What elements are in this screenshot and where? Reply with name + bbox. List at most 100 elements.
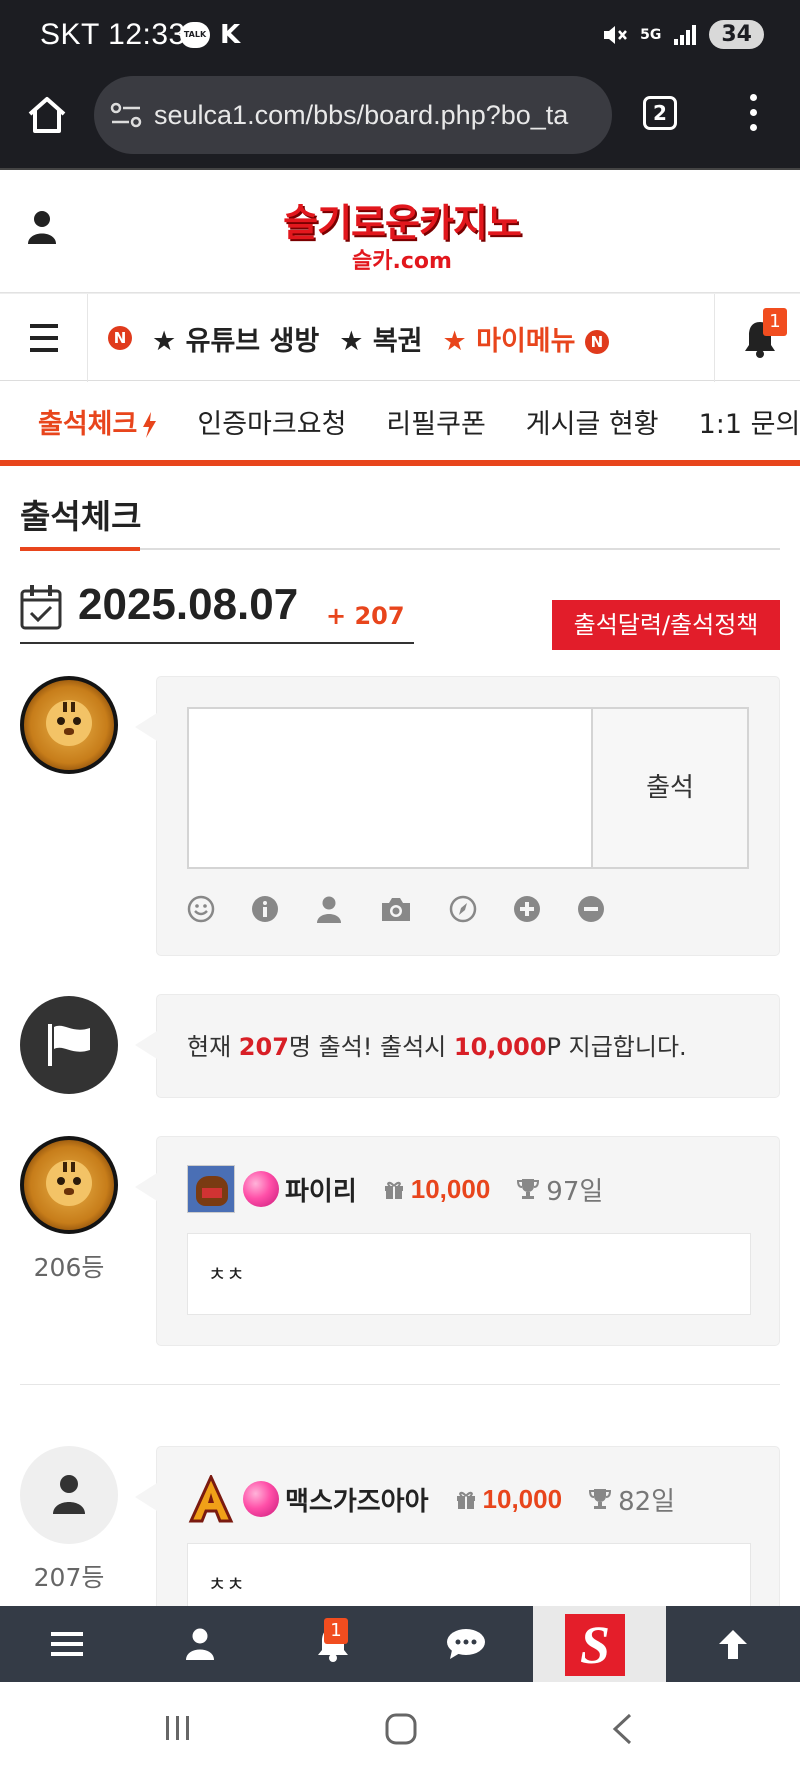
plus-circle-icon[interactable] (513, 895, 541, 923)
minus-circle-icon[interactable] (577, 895, 605, 923)
browser-menu-icon[interactable] (744, 94, 762, 138)
entry-comment: ㅊㅊ (187, 1233, 751, 1315)
gift-icon (384, 1181, 403, 1199)
bottom-user-button[interactable] (133, 1606, 266, 1682)
rank-label: 207등 (33, 1563, 105, 1592)
tab-refill-coupon[interactable]: 리필쿠폰 (386, 402, 485, 441)
tiger-face (46, 700, 92, 746)
android-nav-bar (0, 1682, 800, 1778)
attendance-info: 현재 207명 출석! 출석시 10,000P 지급합니다. (135, 994, 780, 1098)
bottom-home-logo-button[interactable]: S (533, 1606, 666, 1682)
notification-count-badge: 1 (324, 1618, 348, 1644)
status-bar: SKT 12:33 TALK K 5G 34 (0, 0, 800, 72)
notification-button[interactable]: 1 (714, 294, 800, 382)
main-nav: N ★ 유튜브 생방 ★ 복권 ★ 마이메뉴 N 1 (0, 293, 800, 382)
level-icon (187, 1475, 235, 1523)
gem-icon (243, 1481, 279, 1517)
tab-switcher-button[interactable]: 2 (643, 96, 677, 130)
comment-textarea[interactable] (187, 707, 593, 869)
kakaotalk-icon: TALK (180, 22, 210, 48)
tab-one-to-one-inquiry[interactable]: 1:1 문의 (699, 402, 800, 441)
info-icon[interactable] (251, 895, 279, 923)
nav-item-youtube-live[interactable]: ★ 유튜브 생방 (152, 319, 319, 358)
avatar (20, 676, 118, 774)
logo-sub-text: 슬카.com (352, 249, 452, 274)
bottom-notification-button[interactable]: 1 (266, 1606, 399, 1682)
attendance-calendar-button[interactable]: 출석달력/출석정책 (552, 600, 780, 650)
mute-icon (604, 25, 628, 44)
rank-label: 206등 (33, 1253, 105, 1282)
arrow-up-icon (718, 1630, 747, 1659)
logo-main-text: 슬기로운카지노 (283, 201, 522, 245)
level-icon (187, 1165, 235, 1213)
title-accent-line (20, 547, 140, 551)
nickname[interactable]: 맥스가즈아아 (285, 1481, 429, 1518)
flag-icon (48, 1024, 90, 1066)
site-logo[interactable]: 슬기로운카지노 슬카.com (258, 192, 546, 274)
scroll-to-top-button[interactable] (666, 1606, 799, 1682)
user-icon[interactable] (315, 895, 343, 923)
hamburger-menu-icon[interactable] (0, 294, 88, 382)
compass-icon[interactable] (449, 895, 477, 923)
consecutive-days: 82일 (618, 1486, 676, 1517)
bottom-chat-button[interactable] (399, 1606, 532, 1682)
calendar-check-icon (20, 585, 62, 630)
attendance-submit-button[interactable]: 출석 (593, 707, 749, 869)
emoticon-icon[interactable] (187, 895, 215, 923)
attendance-total: 207 (238, 1033, 289, 1061)
sub-nav-items: 출석체크 인증마크요청 리필쿠폰 게시글 현황 1:1 문의 (38, 382, 800, 460)
points-value: 10,000 (482, 1483, 563, 1514)
home-button-icon[interactable] (384, 1712, 418, 1746)
comment-form: 출석 (135, 676, 780, 956)
new-badge: N (108, 326, 132, 350)
carrier-time: SKT 12:33 (40, 18, 186, 51)
tab-post-status[interactable]: 게시글 현황 (526, 402, 659, 441)
address-bar[interactable]: seulca1.com/bbs/board.php?bo_ta (94, 76, 612, 154)
sub-nav: 출석체크 인증마크요청 리필쿠폰 게시글 현황 1:1 문의 (0, 382, 800, 466)
battery-indicator: 34 (709, 20, 764, 49)
bottom-menu-button[interactable] (0, 1606, 133, 1682)
tab-attendance-check-label: 출석체크 (38, 408, 138, 440)
notification-count-badge: 1 (763, 308, 787, 336)
main-nav-items: N ★ 유튜브 생방 ★ 복권 ★ 마이메뉴 N (108, 294, 609, 382)
entry-header: 맥스가즈아아 10,000 82일 (187, 1475, 675, 1523)
tab-cert-mark-request[interactable]: 인증마크요청 (197, 402, 346, 441)
back-icon[interactable] (610, 1712, 634, 1746)
k-app-icon: K (220, 20, 241, 50)
hamburger-menu-icon (50, 1632, 83, 1656)
nav-item-my-menu[interactable]: ★ 마이메뉴 N (443, 319, 609, 358)
nickname[interactable]: 파이리 (285, 1171, 357, 1208)
page-title: 출석체크 (20, 497, 142, 536)
nav-item-lottery[interactable]: ★ 복권 (339, 319, 422, 358)
tab-attendance-check[interactable]: 출석체크 (38, 402, 157, 441)
chat-bubble-icon (446, 1629, 485, 1659)
status-icons: 5G 34 (602, 20, 764, 49)
recent-apps-icon[interactable] (162, 1712, 194, 1744)
points-value: 10,000 (410, 1173, 491, 1204)
user-icon (53, 1475, 85, 1514)
lightning-icon (143, 412, 157, 438)
date-row: 2025.08.07 + 207 (20, 580, 414, 644)
trophy-icon (589, 1489, 612, 1509)
camera-icon[interactable] (379, 895, 413, 923)
gem-icon (243, 1171, 279, 1207)
signal-icon (674, 24, 697, 45)
entry-header: 파이리 10,000 97일 (187, 1165, 603, 1213)
site-settings-icon[interactable] (110, 100, 142, 130)
avatar (20, 1446, 118, 1544)
gift-icon (456, 1491, 475, 1509)
site-logo-s: S (565, 1614, 625, 1676)
network-label: 5G (640, 26, 662, 43)
trophy-icon (517, 1179, 540, 1199)
site-header: 슬기로운카지노 슬카.com (0, 170, 800, 293)
consecutive-days: 97일 (546, 1176, 604, 1207)
flag-avatar (20, 996, 118, 1094)
page-root: SKT 12:33 TALK K 5G 34 seulca1.com/bbs/b… (0, 0, 800, 1778)
nav-item-my-menu-label: ★ 마이메뉴 (442, 325, 576, 357)
home-icon[interactable] (26, 94, 68, 136)
user-icon[interactable] (28, 210, 56, 244)
bottom-toolbar: 1 S (0, 1606, 800, 1682)
entry-divider (20, 1384, 780, 1385)
tiger-face (46, 1160, 92, 1206)
browser-toolbar: seulca1.com/bbs/board.php?bo_ta 2 (0, 72, 800, 170)
